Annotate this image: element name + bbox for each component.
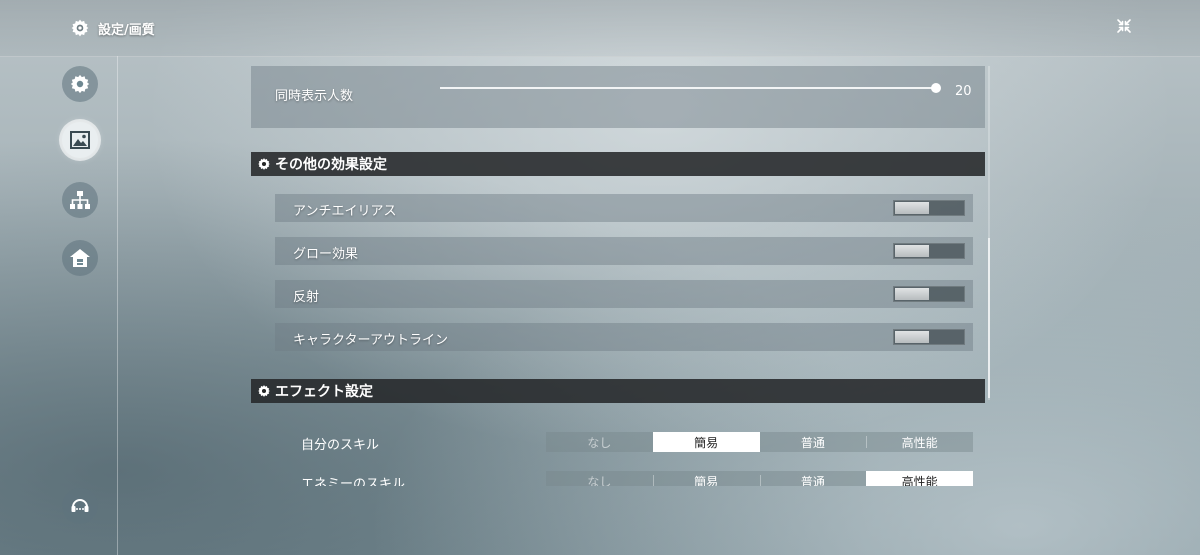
image-icon: [70, 131, 90, 149]
option-none[interactable]: なし: [546, 432, 653, 452]
gear-icon: [71, 19, 89, 37]
section-header-other-effects: その他の効果設定: [251, 152, 985, 176]
option-normal[interactable]: 普通: [759, 471, 867, 486]
page-title: 設定/画質: [98, 22, 155, 38]
section-title: エフェクト設定: [275, 384, 373, 400]
display-count-label: 同時表示人数: [275, 89, 354, 104]
setting-label: アンチエイリアス: [293, 204, 397, 219]
display-count-slider-track[interactable]: [440, 87, 936, 89]
display-count-panel: 同時表示人数 20: [251, 66, 985, 128]
display-count-value: 20: [955, 84, 972, 99]
settings-content: 同時表示人数 20 その他の効果設定 アンチエイリアス グロー効果 反射 キャラ…: [251, 66, 985, 486]
sidebar-item-general[interactable]: [62, 66, 98, 102]
setting-row-character-outline: キャラクターアウトライン: [275, 323, 973, 351]
setting-label: 反射: [293, 290, 320, 305]
setting-label: グロー効果: [293, 247, 359, 262]
scroll-thumb[interactable]: [988, 238, 990, 398]
option-high-performance[interactable]: 高性能: [866, 471, 973, 486]
glow-toggle[interactable]: [893, 243, 965, 259]
option-simple[interactable]: 簡易: [652, 432, 760, 452]
own-skill-label: 自分のスキル: [301, 438, 380, 453]
setting-row-antialiasing: アンチエイリアス: [275, 194, 973, 222]
toggle-knob: [895, 245, 929, 257]
sidebar-item-graphics[interactable]: [62, 122, 98, 158]
collapse-arrows-icon: [1117, 19, 1131, 33]
option-high-performance[interactable]: 高性能: [866, 432, 973, 452]
enemy-skill-label: エネミーのスキル: [301, 477, 406, 486]
home-icon: [70, 249, 90, 267]
sidebar-item-support[interactable]: [62, 488, 98, 524]
toggle-knob: [895, 331, 929, 343]
toggle-knob: [895, 288, 929, 300]
sidebar-item-network[interactable]: [62, 182, 98, 218]
settings-screen: 設定/画質 同時表示人数 20 その他の効果設定 アンチエイリアス グロー効果 …: [0, 0, 1200, 555]
network-icon: [70, 191, 90, 209]
setting-row-glow: グロー効果: [275, 237, 973, 265]
content-scrollbar[interactable]: [988, 66, 990, 400]
section-header-effect-settings: エフェクト設定: [251, 379, 985, 403]
toggle-knob: [895, 202, 929, 214]
antialiasing-toggle[interactable]: [893, 200, 965, 216]
gear-icon: [70, 74, 90, 94]
option-normal[interactable]: 普通: [760, 432, 867, 452]
setting-row-reflection: 反射: [275, 280, 973, 308]
gear-icon: [258, 385, 270, 397]
section-title: その他の効果設定: [275, 157, 387, 173]
reflection-toggle[interactable]: [893, 286, 965, 302]
option-simple[interactable]: 簡易: [652, 471, 760, 486]
sidebar: [0, 56, 118, 555]
enemy-skill-quality-selector: なし 簡易 普通 高性能: [546, 471, 973, 486]
option-none[interactable]: なし: [546, 471, 653, 487]
character-outline-toggle[interactable]: [893, 329, 965, 345]
gear-icon: [258, 158, 270, 170]
setting-label: キャラクターアウトライン: [293, 333, 448, 348]
display-count-slider-thumb[interactable]: [931, 83, 941, 93]
close-button[interactable]: [1112, 14, 1136, 38]
sidebar-item-home[interactable]: [62, 240, 98, 276]
support-chat-icon: [71, 499, 89, 512]
header-bar: 設定/画質: [0, 0, 1200, 57]
header-title-group: 設定/画質: [70, 16, 155, 40]
own-skill-quality-selector: なし 簡易 普通 高性能: [546, 432, 973, 452]
